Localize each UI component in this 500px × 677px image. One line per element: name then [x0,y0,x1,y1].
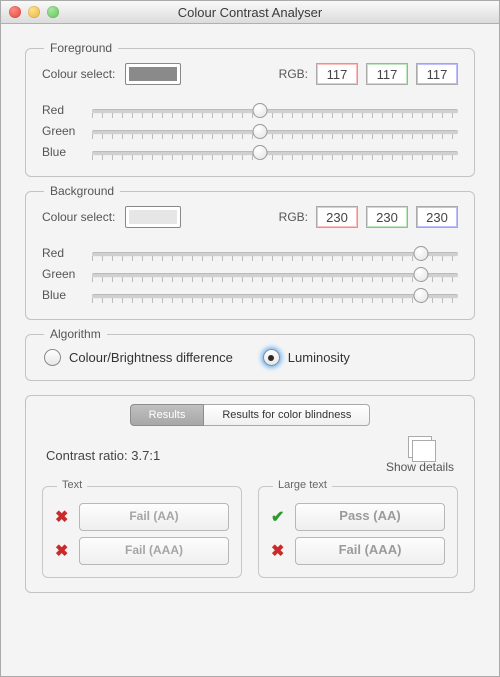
app-window: Colour Contrast Analyser Foreground Colo… [0,0,500,677]
fg-green-slider[interactable] [92,123,458,139]
large-col-label: Large text [273,479,332,491]
text-aa-result: Fail (AA) [79,503,229,531]
zoom-icon[interactable] [47,6,59,18]
algorithm-label: Algorithm [44,327,107,341]
bg-g-input[interactable] [366,206,408,228]
fg-rgb-label: RGB: [279,67,308,81]
background-group: Background Colour select: RGB: Red Green [25,191,475,320]
large-text-results: Large text ✔ Pass (AA) ✖ Fail (AAA) [258,486,458,578]
text-aaa-result: Fail (AAA) [79,537,229,565]
minimize-icon[interactable] [28,6,40,18]
contrast-ratio: Contrast ratio: 3.7:1 [46,448,160,463]
fail-icon: ✖ [55,541,71,561]
tab-colour-blindness[interactable]: Results for color blindness [204,404,370,426]
fg-blue-label: Blue [42,145,82,159]
fail-icon: ✖ [271,541,287,561]
window-title: Colour Contrast Analyser [1,5,499,20]
fg-r-input[interactable] [316,63,358,85]
bg-colour-select-label: Colour select: [42,210,115,224]
results-group: Results Results for color blindness Cont… [25,395,475,593]
text-col-label: Text [57,479,87,491]
bg-red-label: Red [42,246,82,260]
fg-green-label: Green [42,124,82,138]
fg-red-slider[interactable] [92,102,458,118]
bg-red-slider[interactable] [92,245,458,261]
algorithm-group: Algorithm Colour/Brightness difference L… [25,334,475,381]
fg-g-input[interactable] [366,63,408,85]
show-details-button[interactable]: Show details [386,436,454,474]
fg-colour-swatch[interactable] [125,63,181,85]
fg-colour-select-label: Colour select: [42,67,115,81]
radio-icon [44,349,61,366]
bg-r-input[interactable] [316,206,358,228]
document-icon [408,436,432,458]
algo-colour-brightness-radio[interactable]: Colour/Brightness difference [44,349,233,366]
pass-icon: ✔ [271,507,287,527]
algo-luminosity-radio[interactable]: Luminosity [263,349,350,366]
background-label: Background [44,184,120,198]
text-results: Text ✖ Fail (AA) ✖ Fail (AAA) [42,486,242,578]
algo-option2-label: Luminosity [288,350,350,365]
close-icon[interactable] [9,6,21,18]
radio-icon [263,349,280,366]
foreground-group: Foreground Colour select: RGB: Red Green [25,48,475,177]
bg-blue-slider[interactable] [92,287,458,303]
bg-colour-swatch[interactable] [125,206,181,228]
window-controls [9,6,59,18]
titlebar: Colour Contrast Analyser [1,1,499,24]
content: Foreground Colour select: RGB: Red Green [1,24,499,676]
foreground-label: Foreground [44,41,118,55]
fail-icon: ✖ [55,507,71,527]
bg-green-slider[interactable] [92,266,458,282]
bg-rgb-label: RGB: [279,210,308,224]
algo-option1-label: Colour/Brightness difference [69,350,233,365]
large-aaa-result: Fail (AAA) [295,537,445,565]
show-details-label: Show details [386,460,454,474]
fg-blue-slider[interactable] [92,144,458,160]
fg-b-input[interactable] [416,63,458,85]
fg-red-label: Red [42,103,82,117]
bg-green-label: Green [42,267,82,281]
bg-blue-label: Blue [42,288,82,302]
bg-b-input[interactable] [416,206,458,228]
tab-results[interactable]: Results [130,404,205,426]
large-aa-result: Pass (AA) [295,503,445,531]
